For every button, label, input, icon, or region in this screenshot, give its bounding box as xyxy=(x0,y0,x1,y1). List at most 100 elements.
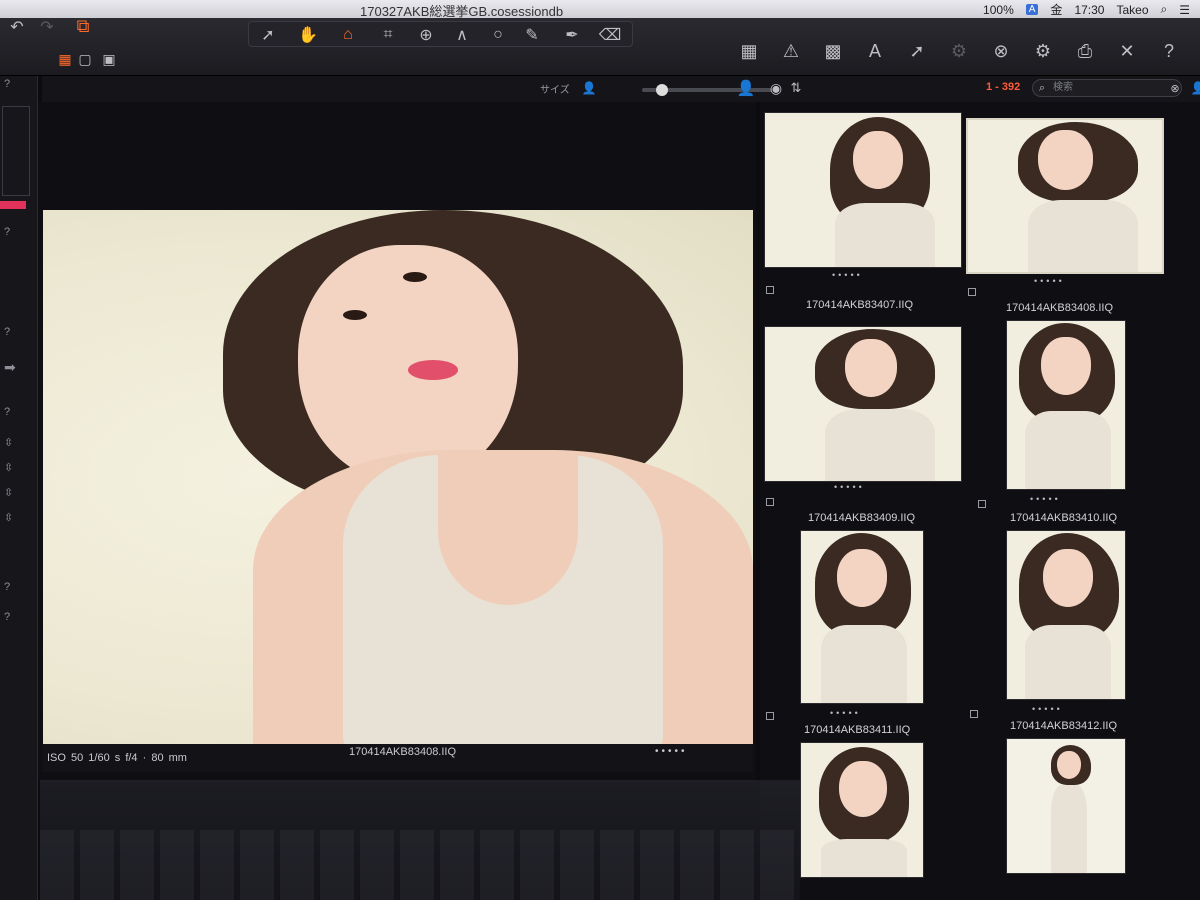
user-filter-icon[interactable]: 👤 xyxy=(1190,79,1200,97)
checker-icon[interactable]: ▩ xyxy=(822,40,844,62)
stepper-icon[interactable]: ⇳ xyxy=(4,436,13,449)
thumbnail-image[interactable] xyxy=(764,326,962,482)
thumbnail-cell[interactable]: ••••• 170414AKB83412.IIQ xyxy=(970,530,1166,740)
image-count: 1 - 392 xyxy=(986,81,1021,93)
right-toolbar: ▦ ⚠ ▩ A ➚ ⚙ ⊗ ⚙ ⎙ ✕ ? xyxy=(738,40,1180,62)
rating-dots[interactable]: ••••• xyxy=(830,708,861,718)
large-person-icon: 👤 xyxy=(736,80,756,97)
stepper-icon[interactable]: ⇳ xyxy=(4,511,13,524)
help-icon[interactable]: ? xyxy=(4,581,10,593)
thumbnail-cell[interactable]: ••••• 170414AKB83407.IIQ xyxy=(764,112,964,312)
grid-layout-icon[interactable]: ▦ xyxy=(56,50,74,68)
rating-dots[interactable]: ••••• xyxy=(655,746,688,757)
pointer-icon[interactable]: ➚ xyxy=(257,24,279,46)
grid-view-icon[interactable]: ▦ xyxy=(738,40,760,62)
brush-icon[interactable]: ✎ xyxy=(521,24,543,46)
help-icon[interactable]: ? xyxy=(4,78,10,90)
select-checkbox[interactable] xyxy=(970,710,978,718)
redo-icon[interactable]: ↷ xyxy=(36,16,58,38)
circle-icon[interactable]: ○ xyxy=(487,24,509,46)
spotlight-search-icon[interactable]: ⌕ xyxy=(1161,2,1168,17)
battery-indicator: 100% xyxy=(983,2,1014,17)
thumbnail-cell-selected[interactable]: ••••• 170414AKB83408.IIQ xyxy=(966,118,1166,318)
loupe-icon[interactable]: ⌂ xyxy=(337,24,359,46)
settings-icon[interactable]: ⚙ xyxy=(1032,40,1054,62)
stepper-icon[interactable]: ⇳ xyxy=(4,486,13,499)
thumbnail-caption: 170414AKB83407.IIQ xyxy=(806,299,914,311)
help-icon[interactable]: ? xyxy=(4,226,10,238)
clear-search-icon[interactable]: ⊗ xyxy=(1168,80,1182,96)
thumbnail-image[interactable] xyxy=(1006,320,1126,490)
app-toolbar: ↶ ↷ ⧉ ➚ ✋ ⌂ ⌗ ⊕ ∧ ○ ✎ ✒ ⌫ ▦ ▢ ▣ ▦ ⚠ ▩ A … xyxy=(0,16,1200,76)
single-view-icon[interactable]: ▢ xyxy=(76,50,94,68)
thumbnail-cell[interactable]: ••••• 170414AKB83410.IIQ xyxy=(978,320,1166,526)
print-icon[interactable]: ⎙ xyxy=(1074,40,1096,62)
thumbnail-cell[interactable] xyxy=(1006,738,1136,878)
thumbnail-image[interactable] xyxy=(800,530,924,704)
select-checkbox[interactable] xyxy=(766,286,774,294)
face-shape xyxy=(1041,337,1091,395)
histogram xyxy=(2,106,30,196)
eye-shape xyxy=(343,310,367,320)
close-icon[interactable]: ⊗ xyxy=(990,40,1012,62)
input-source-indicator[interactable]: A xyxy=(1025,4,1039,15)
arrow-icon[interactable]: ➚ xyxy=(906,40,928,62)
sort-icon[interactable]: ⇅ xyxy=(788,78,804,98)
size-label: サイズ xyxy=(540,85,570,96)
menubar: 170327AKB総選挙GB.cosessiondb 100% A 金 17:3… xyxy=(0,0,1200,19)
eraser-icon[interactable]: ⌫ xyxy=(599,24,622,46)
tank-top-shape xyxy=(821,625,907,703)
search-input[interactable]: 検索 xyxy=(1032,79,1182,97)
keystone-icon[interactable]: ∧ xyxy=(451,24,473,46)
help-icon[interactable]: ? xyxy=(4,406,10,418)
pan-hand-icon[interactable]: ✋ xyxy=(297,24,319,46)
tank-top-shape xyxy=(825,409,935,481)
crop-icon[interactable]: ⌗ xyxy=(377,24,399,46)
help-icon[interactable]: ? xyxy=(4,326,10,338)
help-icon[interactable]: ? xyxy=(4,611,10,623)
thumbnail-image[interactable] xyxy=(966,118,1164,274)
stepper-icon[interactable]: ⇳ xyxy=(4,461,13,474)
thumbnail-image[interactable] xyxy=(1006,738,1126,874)
thumbnail-image[interactable] xyxy=(1006,530,1126,700)
warning-icon[interactable]: ⚠ xyxy=(780,40,802,62)
select-checkbox[interactable] xyxy=(766,498,774,506)
thumbnail-image[interactable] xyxy=(764,112,962,268)
help-icon[interactable]: ? xyxy=(1158,40,1180,62)
rating-dots[interactable]: ••••• xyxy=(1032,704,1063,714)
gear-icon[interactable]: ⚙ xyxy=(948,40,970,62)
slider-knob[interactable] xyxy=(656,84,668,96)
portrait-figure xyxy=(43,210,753,744)
menu-list-icon[interactable]: ☰ xyxy=(1179,3,1190,17)
eye-icon[interactable]: ◉ xyxy=(766,78,786,98)
browser-stack-icon[interactable]: ⧉ xyxy=(70,14,96,38)
tank-top-shape xyxy=(1025,625,1111,699)
arrow-right-icon[interactable]: ➡ xyxy=(4,359,16,376)
user-name[interactable]: Takeo xyxy=(1116,3,1148,17)
thumbnail-caption: 170414AKB83409.IIQ xyxy=(808,512,916,524)
thumbnail-cell[interactable]: ••••• 170414AKB83409.IIQ xyxy=(764,326,964,526)
undo-icon[interactable]: ↶ xyxy=(6,16,28,38)
rating-dots[interactable]: ••••• xyxy=(1030,494,1061,504)
filmstrip-view-icon[interactable]: ▣ xyxy=(100,50,118,68)
thumbnail-caption: 170414AKB83410.IIQ xyxy=(1010,512,1118,524)
face-shape xyxy=(837,549,887,607)
tank-top-shape xyxy=(1025,411,1111,489)
rating-dots[interactable]: ••••• xyxy=(832,270,863,280)
picker-icon[interactable]: ✒ xyxy=(561,24,583,46)
text-icon[interactable]: A xyxy=(864,40,886,62)
thumbnail-image[interactable] xyxy=(800,742,924,878)
rating-dots[interactable]: ••••• xyxy=(1034,276,1065,286)
cursor-tool-group: ➚ ✋ ⌂ ⌗ ⊕ ∧ ○ ✎ ✒ ⌫ xyxy=(248,21,633,47)
thumbnail-caption: 170414AKB83411.IIQ xyxy=(804,724,911,736)
thumbnail-cell[interactable]: ••••• 170414AKB83411.IIQ xyxy=(766,530,960,740)
select-checkbox[interactable] xyxy=(968,288,976,296)
select-checkbox[interactable] xyxy=(978,500,986,508)
rotate-icon[interactable]: ⊕ xyxy=(415,24,437,46)
thumbnail-cell[interactable] xyxy=(800,742,930,882)
tools-icon[interactable]: ✕ xyxy=(1116,40,1138,62)
image-info-bar: ISO 50 1/60 s f/4 · 80 mm 170414AKB83408… xyxy=(43,744,753,772)
select-checkbox[interactable] xyxy=(766,712,774,720)
main-photo[interactable] xyxy=(43,210,753,744)
rating-dots[interactable]: ••••• xyxy=(834,482,865,492)
